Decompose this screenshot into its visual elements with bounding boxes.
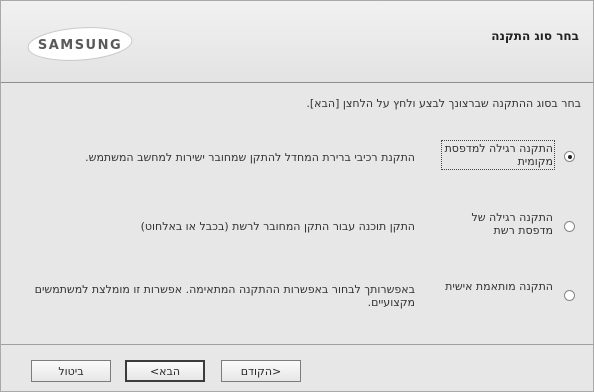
header-banner: SAMSUNG בחר סוג התקנה	[1, 1, 593, 83]
option-description-network-printer: התקן תוכנה עבור התקן המחובר לרשת (בכבל א…	[140, 220, 415, 233]
back-button[interactable]: <הקודם	[221, 360, 301, 382]
instruction-text: בחר בסוג ההתקנה שברצונך לבצע ולחץ על הלח…	[306, 97, 581, 110]
radio-local-printer[interactable]	[564, 151, 575, 162]
installer-window: SAMSUNG בחר סוג התקנה בחר בסוג ההתקנה שב…	[0, 0, 594, 392]
svg-text:SAMSUNG: SAMSUNG	[38, 38, 122, 53]
option-network-printer[interactable]: התקנה רגילה של מדפסת רשת התקן תוכנה עבור…	[1, 208, 593, 248]
radio-network-printer[interactable]	[564, 221, 575, 232]
page-title: בחר סוג התקנה	[491, 29, 579, 43]
footer-divider	[1, 344, 593, 345]
option-local-printer[interactable]: התקנה רגילה למדפסת מקומית התקנת רכיבי בר…	[1, 139, 593, 179]
option-label-custom-install[interactable]: התקנה מותאמת אישית	[441, 280, 553, 293]
option-description-custom-install: באפשרותך לבחור באפשרות ההתקנה המתאימה. א…	[34, 283, 415, 309]
samsung-logo: SAMSUNG	[25, 24, 135, 64]
option-label-local-printer[interactable]: התקנה רגילה למדפסת מקומית	[441, 140, 555, 170]
radio-custom-install[interactable]	[564, 290, 575, 301]
next-button[interactable]: הבא>	[125, 360, 205, 382]
option-description-local-printer: התקנת רכיבי ברירת המחדל להתקן שמחובר ישי…	[85, 151, 415, 164]
cancel-button[interactable]: ביטול	[31, 360, 111, 382]
option-label-network-printer[interactable]: התקנה רגילה של מדפסת רשת	[441, 211, 554, 237]
option-custom-install[interactable]: התקנה מותאמת אישית באפשרותך לבחור באפשרו…	[1, 277, 593, 317]
